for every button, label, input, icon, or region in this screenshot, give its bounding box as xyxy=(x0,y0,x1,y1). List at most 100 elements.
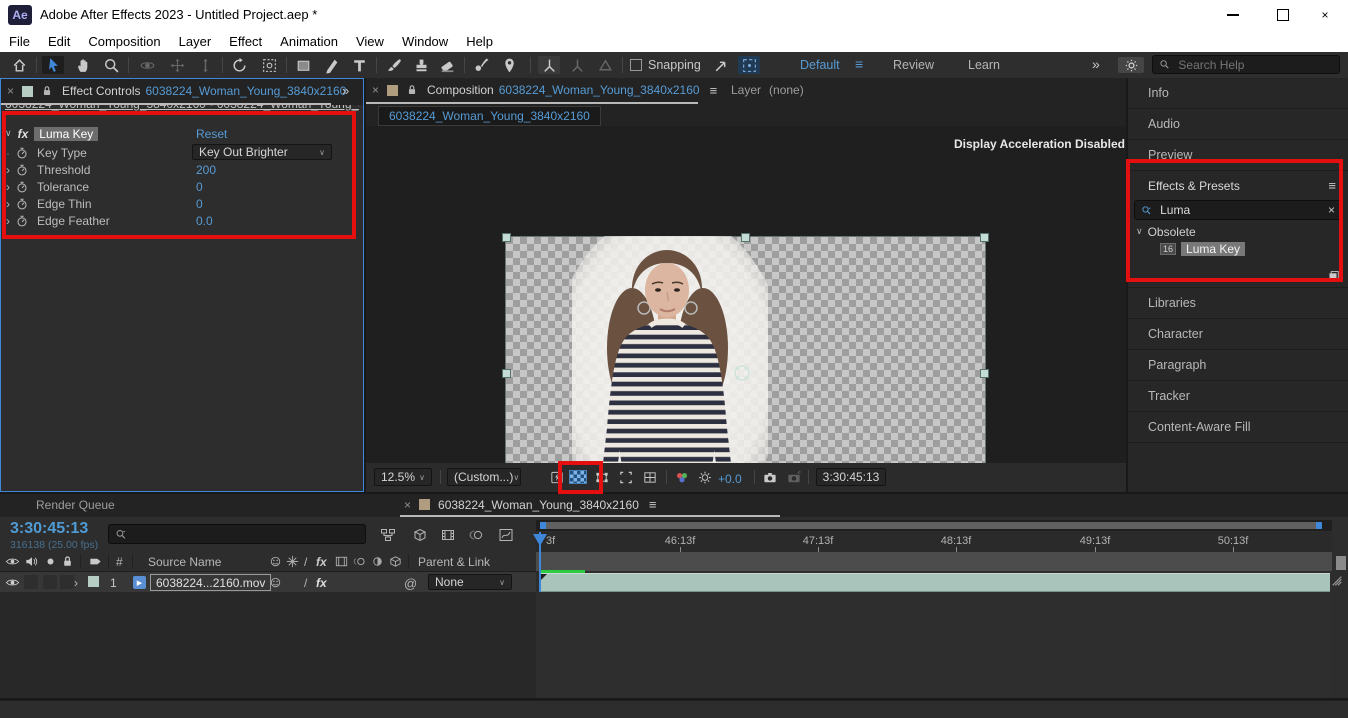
snapping-checkbox[interactable] xyxy=(630,59,642,71)
panel-header-audio[interactable]: Audio xyxy=(1128,109,1348,140)
workspace-tab-review[interactable]: Review xyxy=(893,58,934,72)
panel-menu-icon[interactable]: ≡ xyxy=(1328,178,1336,193)
lock-icon[interactable] xyxy=(40,84,54,98)
composition-tab[interactable]: × Composition 6038224_Woman_Young_3840x2… xyxy=(372,78,717,102)
rectangle-tool-icon[interactable] xyxy=(292,56,314,74)
selection-tool-icon[interactable] xyxy=(42,56,64,74)
effect-item-label[interactable]: Luma Key xyxy=(1181,242,1245,256)
close-tab-icon[interactable]: × xyxy=(404,498,411,512)
pan-camera-tool-icon[interactable] xyxy=(166,56,188,74)
help-search-input[interactable] xyxy=(1176,57,1333,73)
selection-handle[interactable] xyxy=(502,369,511,378)
effect-header-row[interactable]: ∨ fx Luma Key xyxy=(5,125,98,142)
source-name-column-header[interactable]: Source Name xyxy=(148,555,221,569)
selection-handle[interactable] xyxy=(741,233,750,242)
show-snapshot-icon[interactable] xyxy=(786,470,802,485)
axis-world-icon[interactable] xyxy=(566,56,588,74)
viewer-tab[interactable]: 6038224_Woman_Young_3840x2160 xyxy=(378,106,601,126)
stamp-tool-icon[interactable] xyxy=(410,56,432,74)
menu-animation[interactable]: Animation xyxy=(280,34,338,49)
zoom-tool-icon[interactable] xyxy=(100,56,122,74)
composition-viewer[interactable]: Display Acceleration Disabled xyxy=(366,126,1126,463)
menu-layer[interactable]: Layer xyxy=(179,34,212,49)
menu-composition[interactable]: Composition xyxy=(88,34,160,49)
reset-effect-button[interactable]: Reset xyxy=(196,127,227,141)
workspace-menu-icon[interactable]: ≡ xyxy=(855,56,863,72)
type-tool-icon[interactable] xyxy=(348,56,370,74)
graph-editor-icon[interactable] xyxy=(498,527,514,543)
close-tab-icon[interactable]: × xyxy=(7,84,14,98)
menu-help[interactable]: Help xyxy=(466,34,493,49)
menu-file[interactable]: File xyxy=(9,34,30,49)
grid-guides-icon[interactable] xyxy=(642,470,658,485)
pen-tool-icon[interactable] xyxy=(320,56,342,74)
stopwatch-icon[interactable] xyxy=(15,163,29,177)
axis-view-icon[interactable] xyxy=(594,56,616,74)
panel-menu-icon[interactable]: ≡ xyxy=(649,497,657,512)
frame-blending-icon[interactable] xyxy=(440,527,456,543)
effects-search-field[interactable]: × xyxy=(1134,200,1342,220)
property-row-edge-feather[interactable]: › Edge Feather 0.0 xyxy=(1,212,357,229)
maximize-button[interactable] xyxy=(1260,0,1306,30)
timeline-comp-tab[interactable]: × 6038224_Woman_Young_3840x2160 ≡ xyxy=(404,494,656,515)
effects-search-input[interactable] xyxy=(1158,202,1328,218)
workspace-tab-learn[interactable]: Learn xyxy=(968,58,1000,72)
h-scroll-left-cap[interactable] xyxy=(540,522,546,529)
property-value[interactable]: 0 xyxy=(196,197,203,211)
preview-time[interactable]: 3:30:45:13 xyxy=(816,468,886,486)
axis-local-icon[interactable] xyxy=(538,56,560,74)
exposure-value[interactable]: +0.0 xyxy=(718,472,742,486)
panel-header-paragraph[interactable]: Paragraph xyxy=(1128,350,1348,381)
draft-3d-icon[interactable] xyxy=(412,527,428,543)
help-search-field[interactable] xyxy=(1152,55,1340,74)
h-scroll-right-cap[interactable] xyxy=(1316,522,1322,529)
stopwatch-icon[interactable] xyxy=(15,180,29,194)
property-row-tolerance[interactable]: › Tolerance 0 xyxy=(1,178,357,195)
panel-menu-icon[interactable]: ≡ xyxy=(710,83,718,98)
layer-solo-toggle[interactable] xyxy=(43,575,57,589)
comp-flowchart-icon[interactable] xyxy=(380,527,396,543)
effects-group-obsolete[interactable]: ∨ Obsolete xyxy=(1128,223,1348,240)
panel-header-preview[interactable]: Preview xyxy=(1128,140,1348,171)
close-tab-icon[interactable]: × xyxy=(372,83,379,97)
orbit-camera-tool-icon[interactable] xyxy=(136,56,158,74)
clear-search-icon[interactable]: × xyxy=(1328,203,1335,217)
workspace-tab-default[interactable]: Default xyxy=(800,58,840,72)
home-icon[interactable] xyxy=(8,56,30,74)
time-ruler[interactable]: 3f 46:13f 47:13f 48:13f 49:13f 50:13f xyxy=(536,532,1332,552)
work-area-bar[interactable] xyxy=(536,552,1332,571)
h-scroll-thumb[interactable] xyxy=(540,522,1322,529)
timeline-h-scrollbar[interactable] xyxy=(536,520,1332,531)
v-scroll-thumb[interactable] xyxy=(1336,556,1346,570)
region-of-interest-icon[interactable] xyxy=(618,470,634,485)
mask-paths-icon[interactable] xyxy=(594,470,610,485)
puppet-pin-tool-icon[interactable] xyxy=(498,56,520,74)
magnification-dropdown[interactable]: 12.5% ∨ xyxy=(374,468,432,486)
selection-handle[interactable] xyxy=(980,369,989,378)
menu-window[interactable]: Window xyxy=(402,34,448,49)
chevron-right-icon[interactable]: › xyxy=(1,197,15,211)
brush-tool-icon[interactable] xyxy=(382,56,404,74)
panel-header-libraries[interactable]: Libraries xyxy=(1128,288,1348,319)
pickwhip-icon[interactable]: @ xyxy=(404,576,417,591)
resolution-dropdown[interactable]: (Custom...) ∨ xyxy=(447,468,521,486)
playhead-marker[interactable] xyxy=(533,534,547,546)
motion-blur-icon[interactable] xyxy=(468,527,484,543)
property-row-edge-thin[interactable]: › Edge Thin 0 xyxy=(1,195,357,212)
selection-handle[interactable] xyxy=(980,233,989,242)
layer-fx-toggle[interactable]: fx xyxy=(316,576,327,590)
property-row-key-type[interactable]: · Key Type Key Out Brighter ∨ xyxy=(1,144,357,161)
chevron-expand-icon[interactable]: ∨ xyxy=(5,128,12,139)
panel-header-content-aware-fill[interactable]: Content-Aware Fill xyxy=(1128,412,1348,443)
property-row-threshold[interactable]: › Threshold 200 xyxy=(1,161,357,178)
comp-marker-bin-icon[interactable] xyxy=(1330,574,1344,588)
current-timecode[interactable]: 3:30:45:13 xyxy=(10,520,88,538)
timeline-search-field[interactable] xyxy=(108,524,366,544)
layer-tab[interactable]: Layer (none) xyxy=(731,78,804,102)
stopwatch-icon[interactable] xyxy=(15,197,29,211)
layer-label-chip[interactable] xyxy=(88,576,99,587)
anchor-point-icon[interactable] xyxy=(732,363,752,383)
chevron-right-icon[interactable]: › xyxy=(1,180,15,194)
property-value[interactable]: 0 xyxy=(196,180,203,194)
panel-header-character[interactable]: Character xyxy=(1128,319,1348,350)
